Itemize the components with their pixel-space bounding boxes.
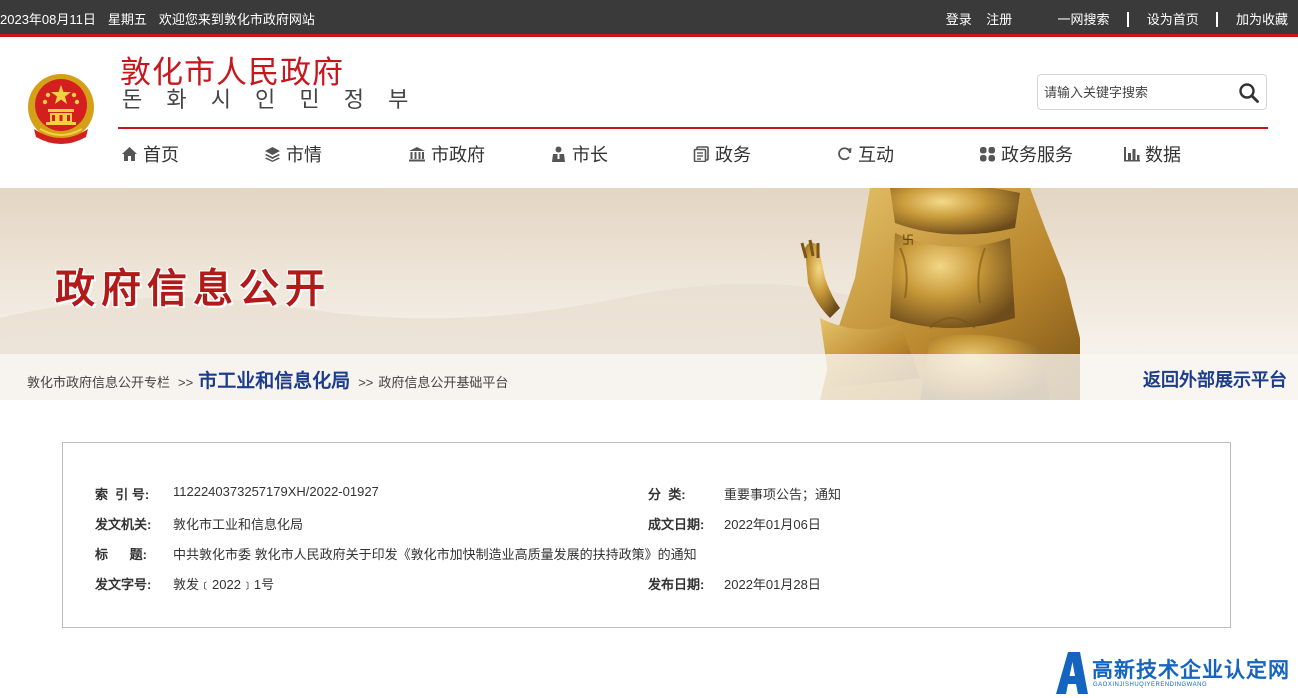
issuer-label: 发文机关: (95, 517, 152, 532)
site-subtitle-korean: 돈 화 시 인 민 정 부 (122, 87, 418, 112)
search-icon[interactable] (1238, 82, 1260, 104)
add-favorite-link[interactable]: 加为收藏 (1236, 12, 1288, 27)
layers-icon (265, 147, 280, 162)
back-to-external-platform-link[interactable]: 返回外部展示平台 (1143, 366, 1287, 392)
index-number-label: 索 引 号: (95, 487, 150, 502)
title-value: 中共敦化市委 敦化市人民政府关于印发《敦化市加快制造业高质量发展的扶持政策》的通… (173, 547, 697, 562)
building-icon (409, 147, 425, 162)
breadcrumb-bar: 敦化市政府信息公开专栏 >> 市工业和信息化局 >> 政府信息公开基础平台 返回… (0, 354, 1298, 400)
divider (1127, 12, 1130, 27)
watermark-logo: 高新技术企业认定网 GAOXINJISHUQIYERENDINGWANG (1052, 648, 1298, 698)
refresh-icon (838, 147, 852, 161)
nav-label: 首页 (143, 145, 179, 165)
date-written-label: 成文日期: (648, 517, 705, 532)
doc-number-label: 发文字号: (95, 577, 152, 592)
nav-label: 市情 (286, 145, 322, 165)
top-links: 登录 注册 一网搜索 设为首页 加为收藏 (946, 9, 1288, 28)
breadcrumb-separator: >> (358, 375, 374, 390)
top-bar: 2023年08月11日 星期五 欢迎您来到敦化市政府网站 登录 注册 一网搜索 设为… (0, 0, 1298, 34)
date-written-value: 2022年01月06日 (724, 517, 821, 532)
category-value: 重要事项公告；通知 (724, 487, 842, 502)
current-date: 2023年08月11日 (0, 12, 96, 27)
nav-item-mayor[interactable]: 市长 (550, 141, 608, 167)
svg-text:卐: 卐 (902, 233, 914, 247)
header-divider (118, 127, 1268, 129)
nav-label: 政务 (715, 145, 751, 165)
nav-item-city-info[interactable]: 市情 (264, 141, 322, 167)
nav-label: 政务服务 (1001, 145, 1073, 165)
date-line: 2023年08月11日 星期五 欢迎您来到敦化市政府网站 (0, 9, 327, 28)
grid-icon (980, 147, 995, 162)
nav-label: 互动 (858, 145, 894, 165)
nav-item-government[interactable]: 市政府 (408, 141, 485, 167)
national-emblem-icon[interactable] (26, 71, 96, 147)
nav-item-interaction[interactable]: 互动 (836, 141, 894, 167)
nav-label: 数据 (1145, 145, 1181, 165)
hero-banner: 卐 政府信息公开 敦化市政府信息公开专栏 >> 市工业和信息化局 >> 政府信息… (0, 188, 1298, 400)
nav-item-services[interactable]: 政务服务 (979, 141, 1073, 167)
issuer-value: 敦化市工业和信息化局 (173, 517, 304, 532)
people-icon (552, 146, 565, 162)
document-info-panel: 索 引 号: 1122240373257179XH/2022-01927 分 类… (62, 442, 1231, 628)
nav-item-data[interactable]: 数据 (1123, 141, 1181, 167)
divider (1216, 12, 1219, 27)
register-link[interactable]: 注册 (986, 12, 1012, 27)
breadcrumb-separator: >> (178, 375, 194, 390)
breadcrumb-platform[interactable]: 政府信息公开基础平台 (378, 372, 508, 391)
breadcrumb-department[interactable]: 市工业和信息化局 (198, 366, 350, 393)
search-input[interactable] (1044, 82, 1224, 102)
breadcrumb-root[interactable]: 敦化市政府信息公开专栏 (27, 372, 170, 391)
search-box (1037, 74, 1267, 110)
doc-number-value: 敦发﹝2022﹞1号 (173, 577, 275, 592)
home-icon (122, 147, 137, 161)
site-search-link[interactable]: 一网搜索 (1057, 12, 1109, 27)
title-label: 标 题: (95, 547, 148, 562)
watermark-text: 高新技术企业认定网 (1092, 659, 1290, 682)
current-weekday: 星期五 (107, 12, 147, 27)
main-nav: 首页 市情 市政府 市长 政务 互动 政务服务 数据 (0, 141, 1298, 171)
nav-item-affairs[interactable]: 政务 (693, 141, 751, 167)
breadcrumb: 敦化市政府信息公开专栏 >> 市工业和信息化局 >> 政府信息公开基础平台 (27, 366, 508, 393)
bar-chart-icon (1124, 147, 1140, 162)
nav-item-home[interactable]: 首页 (121, 141, 179, 167)
document-icon (693, 146, 709, 162)
banner-title: 政府信息公开 (55, 267, 331, 311)
category-label: 分 类: (648, 487, 686, 502)
publish-date-label: 发布日期: (648, 577, 705, 592)
login-link[interactable]: 登录 (946, 12, 972, 27)
nav-label: 市长 (572, 145, 608, 165)
welcome-text: 欢迎您来到敦化市政府网站 (158, 12, 315, 27)
publish-date-value: 2022年01月28日 (724, 577, 821, 592)
index-number-value: 1122240373257179XH/2022-01927 (173, 484, 379, 499)
nav-label: 市政府 (431, 145, 485, 165)
set-homepage-link[interactable]: 设为首页 (1147, 12, 1199, 27)
site-header: 敦化市人民政府 돈 화 시 인 민 정 부 首页 市情 市政府 市长 政务 (0, 37, 1298, 188)
watermark-subtext: GAOXINJISHUQIYERENDINGWANG (1093, 682, 1208, 688)
watermark-a-icon (1056, 652, 1088, 694)
